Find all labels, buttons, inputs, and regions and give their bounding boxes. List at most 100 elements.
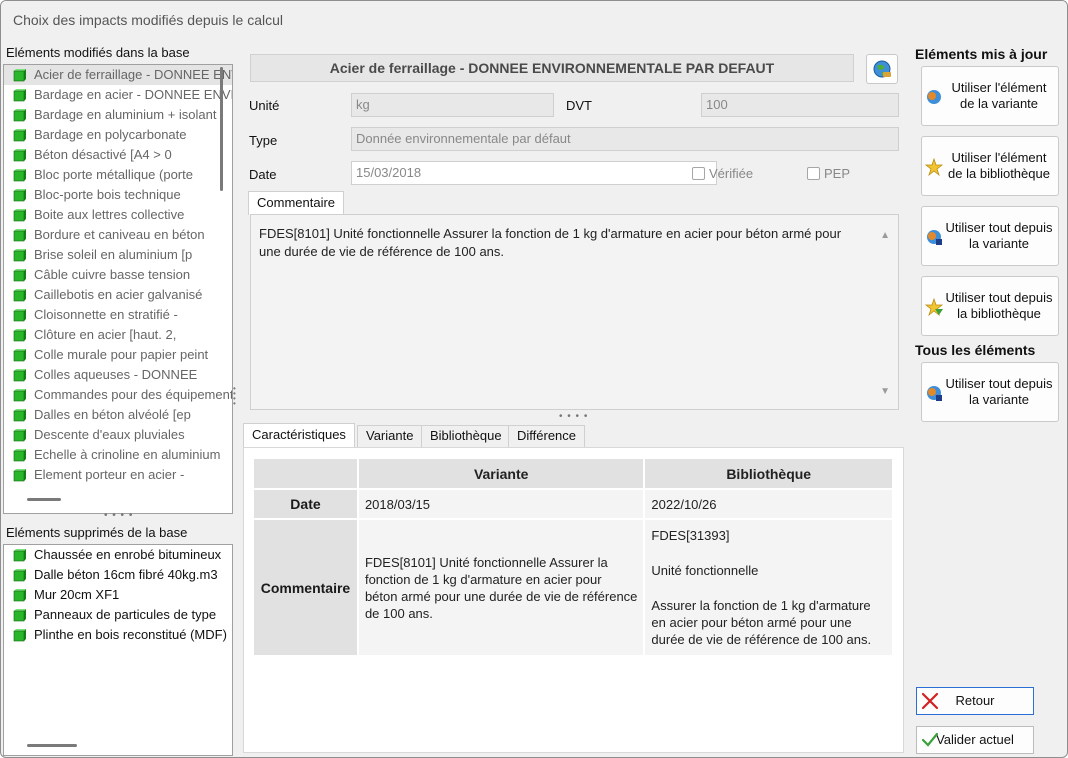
list-item[interactable]: Colle murale pour papier peint xyxy=(4,345,232,365)
use-all-library-button[interactable]: Utiliser tout depuis la bibliothèque xyxy=(921,276,1059,336)
checkmark-icon xyxy=(921,732,939,747)
vertical-splitter-grip[interactable]: • • • • xyxy=(233,385,236,408)
list-item[interactable]: Bloc-porte bois technique xyxy=(4,185,232,205)
verified-checkbox-box[interactable] xyxy=(692,167,705,180)
col-header-bibliotheque: Bibliothèque xyxy=(644,459,894,489)
list-item[interactable]: Clôture en acier [haut. 2, xyxy=(4,325,232,345)
tab-variante[interactable]: Variante xyxy=(357,425,423,447)
list-item[interactable]: Acier de ferraillage - DONNEE ENVIRONNEM… xyxy=(4,65,232,85)
deleted-elements-list[interactable]: Chaussée en enrobé bitumineux Dalle béton… xyxy=(3,544,233,756)
tab-caracteristiques[interactable]: Caractéristiques xyxy=(243,423,355,447)
scroll-up-arrow[interactable]: ▲ xyxy=(880,227,890,245)
element-cube-icon xyxy=(13,149,26,162)
verified-checkbox[interactable]: Vérifiée xyxy=(692,166,753,181)
list-item[interactable]: Commandes pour des équipements xyxy=(4,385,232,405)
list-item[interactable]: Bardage en polycarbonate xyxy=(4,125,232,145)
list-item[interactable]: Element porteur en acier - xyxy=(4,465,232,485)
list-item[interactable]: Caillebotis en acier galvanisé xyxy=(4,285,232,305)
list-item[interactable]: Plinthe en bois reconstitué (MDF) xyxy=(4,625,232,645)
unit-label: Unité xyxy=(249,98,280,113)
tab-bibliotheque[interactable]: Bibliothèque xyxy=(421,425,511,447)
horizontal-scrollbar-thumb[interactable] xyxy=(27,498,61,501)
list-item-label: Caillebotis en acier galvanisé xyxy=(34,287,203,302)
list-item[interactable]: Cloisonnette en stratifié - xyxy=(4,305,232,325)
list-item[interactable]: Boite aux lettres collective xyxy=(4,205,232,225)
element-cube-icon xyxy=(13,449,26,462)
use-variant-line1: Utiliser l'élément xyxy=(951,80,1047,95)
splitter-grip[interactable]: • • • • xyxy=(104,510,133,521)
list-item[interactable]: Bardage en acier - DONNEE ENVIRONNEMENTA… xyxy=(4,85,232,105)
list-item[interactable]: Dalles en béton alvéolé [ep xyxy=(4,405,232,425)
list-item[interactable]: Descente d'eaux pluviales xyxy=(4,425,232,445)
list-item[interactable]: Dalle béton 16cm fibré 40kg.m3 xyxy=(4,565,232,585)
scroll-down-arrow[interactable]: ▼ xyxy=(880,383,890,401)
library-element-icon xyxy=(924,157,944,177)
date-variante-cell: 2018/03/15 xyxy=(357,488,646,519)
biblio-comment-line-2: Unité fonctionnelle xyxy=(651,563,759,578)
list-item-label: Clôture en acier [haut. 2, xyxy=(34,327,177,342)
list-item-label: Chaussée en enrobé bitumineux xyxy=(34,547,222,562)
element-cube-icon xyxy=(13,289,26,302)
modified-elements-list[interactable]: Acier de ferraillage - DONNEE ENVIRONNEM… xyxy=(3,64,233,514)
date-field: 15/03/2018 xyxy=(351,161,717,185)
vertical-scrollbar-thumb[interactable] xyxy=(220,67,223,191)
tab-commentaire[interactable]: Commentaire xyxy=(248,191,345,215)
list-item[interactable]: Bardage en aluminium + isolant xyxy=(4,105,232,125)
list-item[interactable]: Bordure et caniveau en béton xyxy=(4,225,232,245)
list-item[interactable]: Bloc porte métallique (porte xyxy=(4,165,232,185)
row-header-commentaire: Commentaire xyxy=(254,518,359,655)
comment-box[interactable]: FDES[8101] Unité fonctionnelle Assurer l… xyxy=(250,214,899,410)
list-item[interactable]: Béton désactivé [A4 > 0 xyxy=(4,145,232,165)
list-item-label: Bordure et caniveau en béton xyxy=(34,227,205,242)
list-item-label: Béton désactivé [A4 > 0 xyxy=(34,147,172,162)
list-item-label: Bardage en acier - DONNEE ENVIRONNEMENTA… xyxy=(34,87,232,102)
updated-section-title: Eléments mis à jour xyxy=(915,46,1048,62)
element-cube-icon xyxy=(13,229,26,242)
use-library-line1: Utiliser l'élément xyxy=(951,150,1047,165)
list-item[interactable]: Brise soleil en aluminium [p xyxy=(4,245,232,265)
use-all-library-line2: la bibliothèque xyxy=(957,306,1041,321)
list-item[interactable]: Chaussée en enrobé bitumineux xyxy=(4,545,232,565)
tab-difference[interactable]: Différence xyxy=(508,425,586,447)
element-cube-icon xyxy=(13,429,26,442)
type-label: Type xyxy=(249,133,278,148)
validate-button-label: Valider actuel xyxy=(936,732,1014,747)
biblio-comment-line-1: FDES[31393] xyxy=(651,528,730,543)
element-cube-icon xyxy=(13,69,26,82)
list-item-label: Bardage en aluminium + isolant xyxy=(34,107,217,122)
element-cube-icon xyxy=(13,329,26,342)
use-all-variant-button[interactable]: Utiliser tout depuis la variante xyxy=(921,206,1059,266)
back-button[interactable]: Retour xyxy=(916,687,1034,715)
list-item-label: Boite aux lettres collective xyxy=(34,207,185,222)
col-header-variante: Variante xyxy=(357,459,646,489)
list-item[interactable]: Câble cuivre basse tension xyxy=(4,265,232,285)
use-all-variant-line1: Utiliser tout depuis xyxy=(945,220,1053,235)
pep-checkbox[interactable]: PEP xyxy=(807,166,850,181)
globe-icon xyxy=(873,60,891,78)
comment-splitter-grip[interactable]: • • • • xyxy=(559,411,588,422)
element-cube-icon xyxy=(13,309,26,322)
list-item-label: Panneaux de particules de type xyxy=(34,607,217,622)
pep-checkbox-box[interactable] xyxy=(807,167,820,180)
use-variant-element-button[interactable]: Utiliser l'élément de la variante xyxy=(921,66,1059,126)
element-cube-icon xyxy=(13,169,26,182)
all-use-variant-button[interactable]: Utiliser tout depuis la variante xyxy=(921,362,1059,422)
globe-button[interactable] xyxy=(866,54,898,84)
list-item[interactable]: Colles aqueuses - DONNEE xyxy=(4,365,232,385)
element-cube-icon xyxy=(13,349,26,362)
element-cube-icon xyxy=(13,269,26,282)
list-item[interactable]: Echelle à crinoline en aluminium xyxy=(4,445,232,465)
list-item-label: Cloisonnette en stratifié - xyxy=(34,307,178,322)
validate-button[interactable]: Valider actuel xyxy=(916,726,1034,754)
all-use-variant-line2: la variante xyxy=(969,392,1029,407)
window-title: Choix des impacts modifiés depuis le cal… xyxy=(1,1,1067,41)
horizontal-scrollbar-thumb[interactable] xyxy=(27,744,77,747)
list-item[interactable]: Panneaux de particules de type xyxy=(4,605,232,625)
list-item[interactable]: Mur 20cm XF1 xyxy=(4,585,232,605)
element-cube-icon xyxy=(13,569,26,582)
use-library-element-button[interactable]: Utiliser l'élément de la bibliothèque xyxy=(921,136,1059,196)
corner-header xyxy=(254,459,359,489)
date-label: Date xyxy=(249,167,277,182)
comment-variante-cell: FDES[8101] Unité fonctionnelle Assurer l… xyxy=(357,518,646,655)
element-cube-icon xyxy=(13,389,26,402)
